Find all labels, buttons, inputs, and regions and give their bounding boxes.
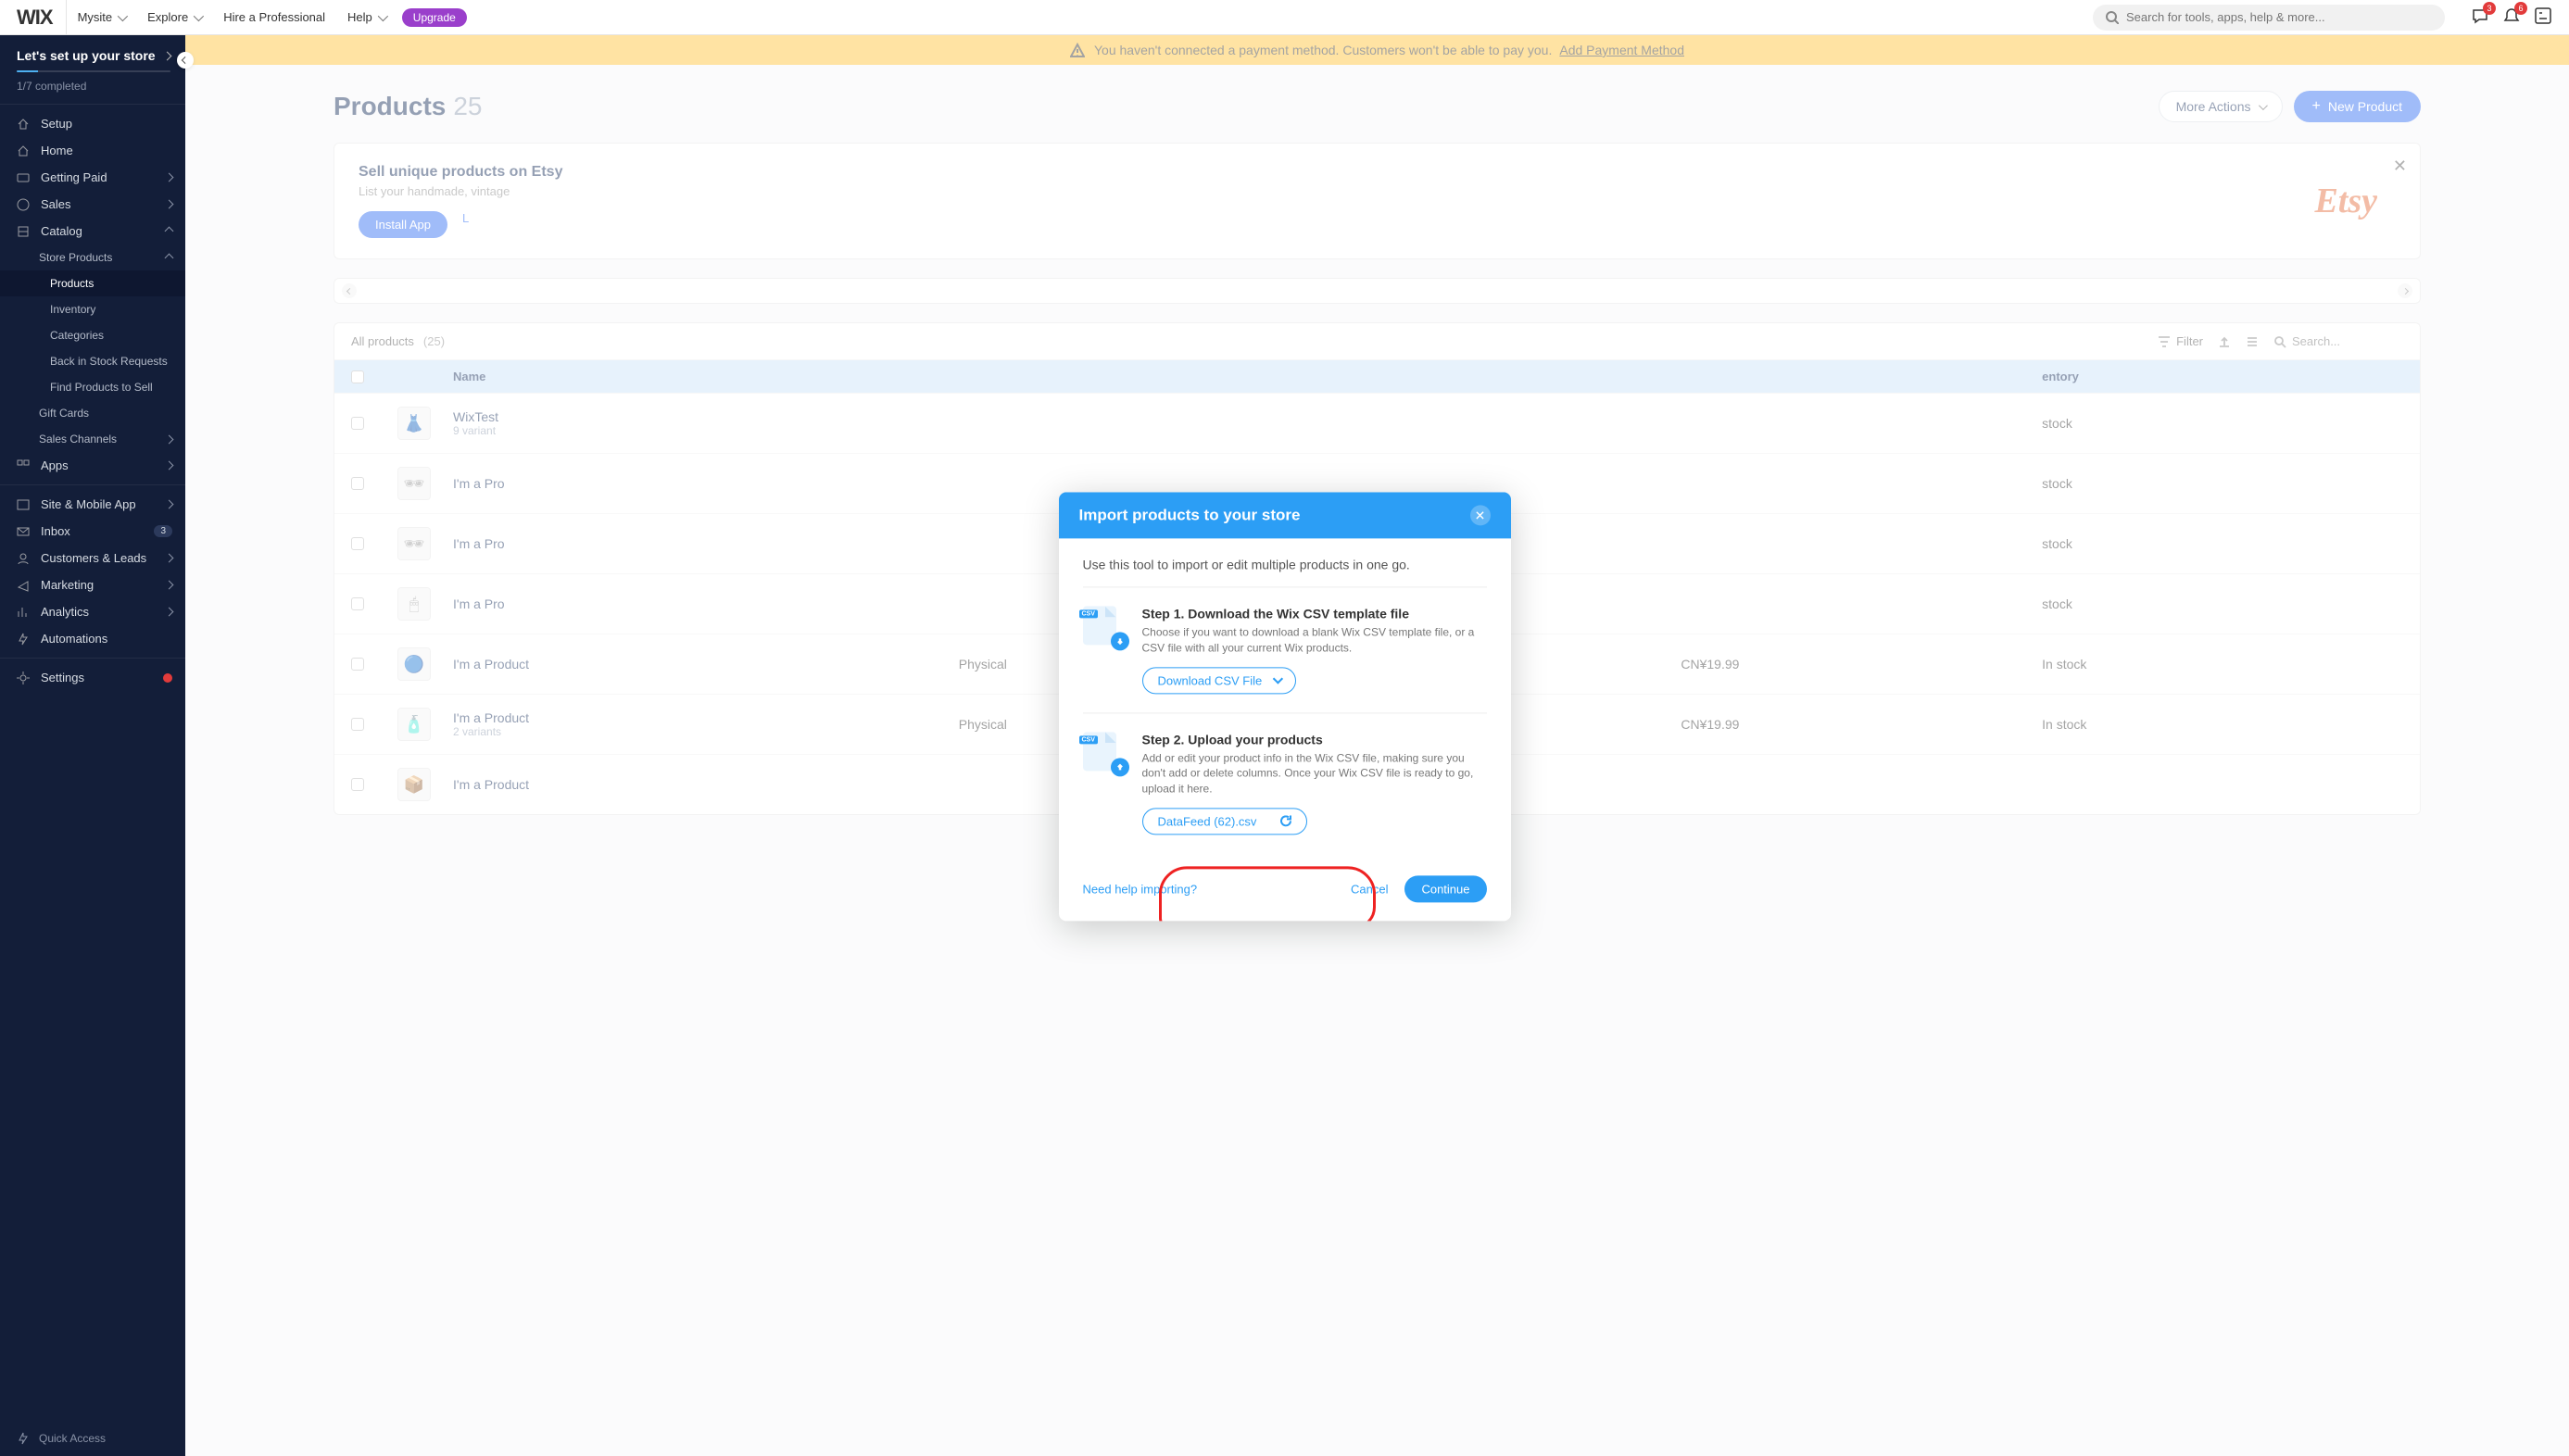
alert-dot-icon xyxy=(163,673,172,683)
help-importing-link[interactable]: Need help importing? xyxy=(1083,882,1198,896)
sidebar-item-marketing[interactable]: Marketing xyxy=(0,571,185,598)
nav-help[interactable]: Help xyxy=(336,0,397,34)
profile-icon[interactable] xyxy=(2534,6,2552,28)
sidebar-item-inventory[interactable]: Inventory xyxy=(0,296,185,322)
global-search[interactable] xyxy=(2093,5,2445,31)
global-search-input[interactable] xyxy=(2126,10,2432,24)
chat-badge: 3 xyxy=(2483,2,2496,15)
step2-desc: Add or edit your product info in the Wix… xyxy=(1142,750,1487,797)
nav-hire[interactable]: Hire a Professional xyxy=(212,0,336,34)
site-dropdown[interactable]: Mysite xyxy=(67,0,137,34)
sidebar: Let's set up your store 1/7 completed Se… xyxy=(0,35,185,1456)
setup-progress xyxy=(17,70,170,72)
sidebar-item-find-products[interactable]: Find Products to Sell xyxy=(0,374,185,400)
sidebar-item-setup[interactable]: Setup xyxy=(0,110,185,137)
refresh-icon xyxy=(1280,816,1291,827)
sidebar-item-site-app[interactable]: Site & Mobile App xyxy=(0,491,185,518)
import-products-modal: Import products to your store ✕ Use this… xyxy=(1059,492,1511,921)
sidebar-item-getting-paid[interactable]: Getting Paid xyxy=(0,164,185,191)
upgrade-button[interactable]: Upgrade xyxy=(402,8,467,27)
step1-title: Step 1. Download the Wix CSV template fi… xyxy=(1142,606,1487,621)
sidebar-item-sales-channels[interactable]: Sales Channels xyxy=(0,426,185,452)
sidebar-item-customers[interactable]: Customers & Leads xyxy=(0,545,185,571)
notif-badge: 6 xyxy=(2514,2,2527,15)
topbar: WIX Mysite Explore Hire a Professional H… xyxy=(0,0,2569,35)
sidebar-item-back-in-stock[interactable]: Back in Stock Requests xyxy=(0,348,185,374)
sidebar-item-catalog[interactable]: Catalog xyxy=(0,218,185,245)
wix-logo[interactable]: WIX xyxy=(9,0,67,34)
sidebar-item-inbox[interactable]: Inbox3 xyxy=(0,518,185,545)
modal-intro: Use this tool to import or edit multiple… xyxy=(1083,557,1487,587)
quick-access[interactable]: Quick Access xyxy=(0,1421,185,1456)
continue-button[interactable]: Continue xyxy=(1404,875,1486,902)
step2-title: Step 2. Upload your products xyxy=(1142,732,1487,747)
modal-close-button[interactable]: ✕ xyxy=(1470,505,1491,525)
sidebar-item-apps[interactable]: Apps xyxy=(0,452,185,479)
sidebar-item-home[interactable]: Home xyxy=(0,137,185,164)
sidebar-item-categories[interactable]: Categories xyxy=(0,322,185,348)
sidebar-item-settings[interactable]: Settings xyxy=(0,664,185,691)
sidebar-item-sales[interactable]: Sales xyxy=(0,191,185,218)
setup-store-link[interactable]: Let's set up your store xyxy=(17,48,170,63)
sidebar-item-analytics[interactable]: Analytics xyxy=(0,598,185,625)
modal-title: Import products to your store xyxy=(1079,506,1301,524)
chat-icon[interactable]: 3 xyxy=(2471,6,2489,28)
search-icon xyxy=(2106,11,2119,24)
upload-icon: CSV xyxy=(1083,732,1126,774)
step1-desc: Choose if you want to download a blank W… xyxy=(1142,624,1487,656)
sidebar-item-gift-cards[interactable]: Gift Cards xyxy=(0,400,185,426)
download-icon: CSV xyxy=(1083,606,1126,648)
cancel-button[interactable]: Cancel xyxy=(1351,882,1388,896)
setup-progress-text: 1/7 completed xyxy=(17,80,170,93)
notifications-icon[interactable]: 6 xyxy=(2502,6,2521,28)
uploaded-file-button[interactable]: DataFeed (62).csv xyxy=(1142,808,1307,835)
nav-explore[interactable]: Explore xyxy=(136,0,212,34)
sidebar-item-store-products[interactable]: Store Products xyxy=(0,245,185,270)
download-csv-button[interactable]: Download CSV File xyxy=(1142,667,1297,694)
sidebar-item-products[interactable]: Products xyxy=(0,270,185,296)
sidebar-item-automations[interactable]: Automations xyxy=(0,625,185,652)
